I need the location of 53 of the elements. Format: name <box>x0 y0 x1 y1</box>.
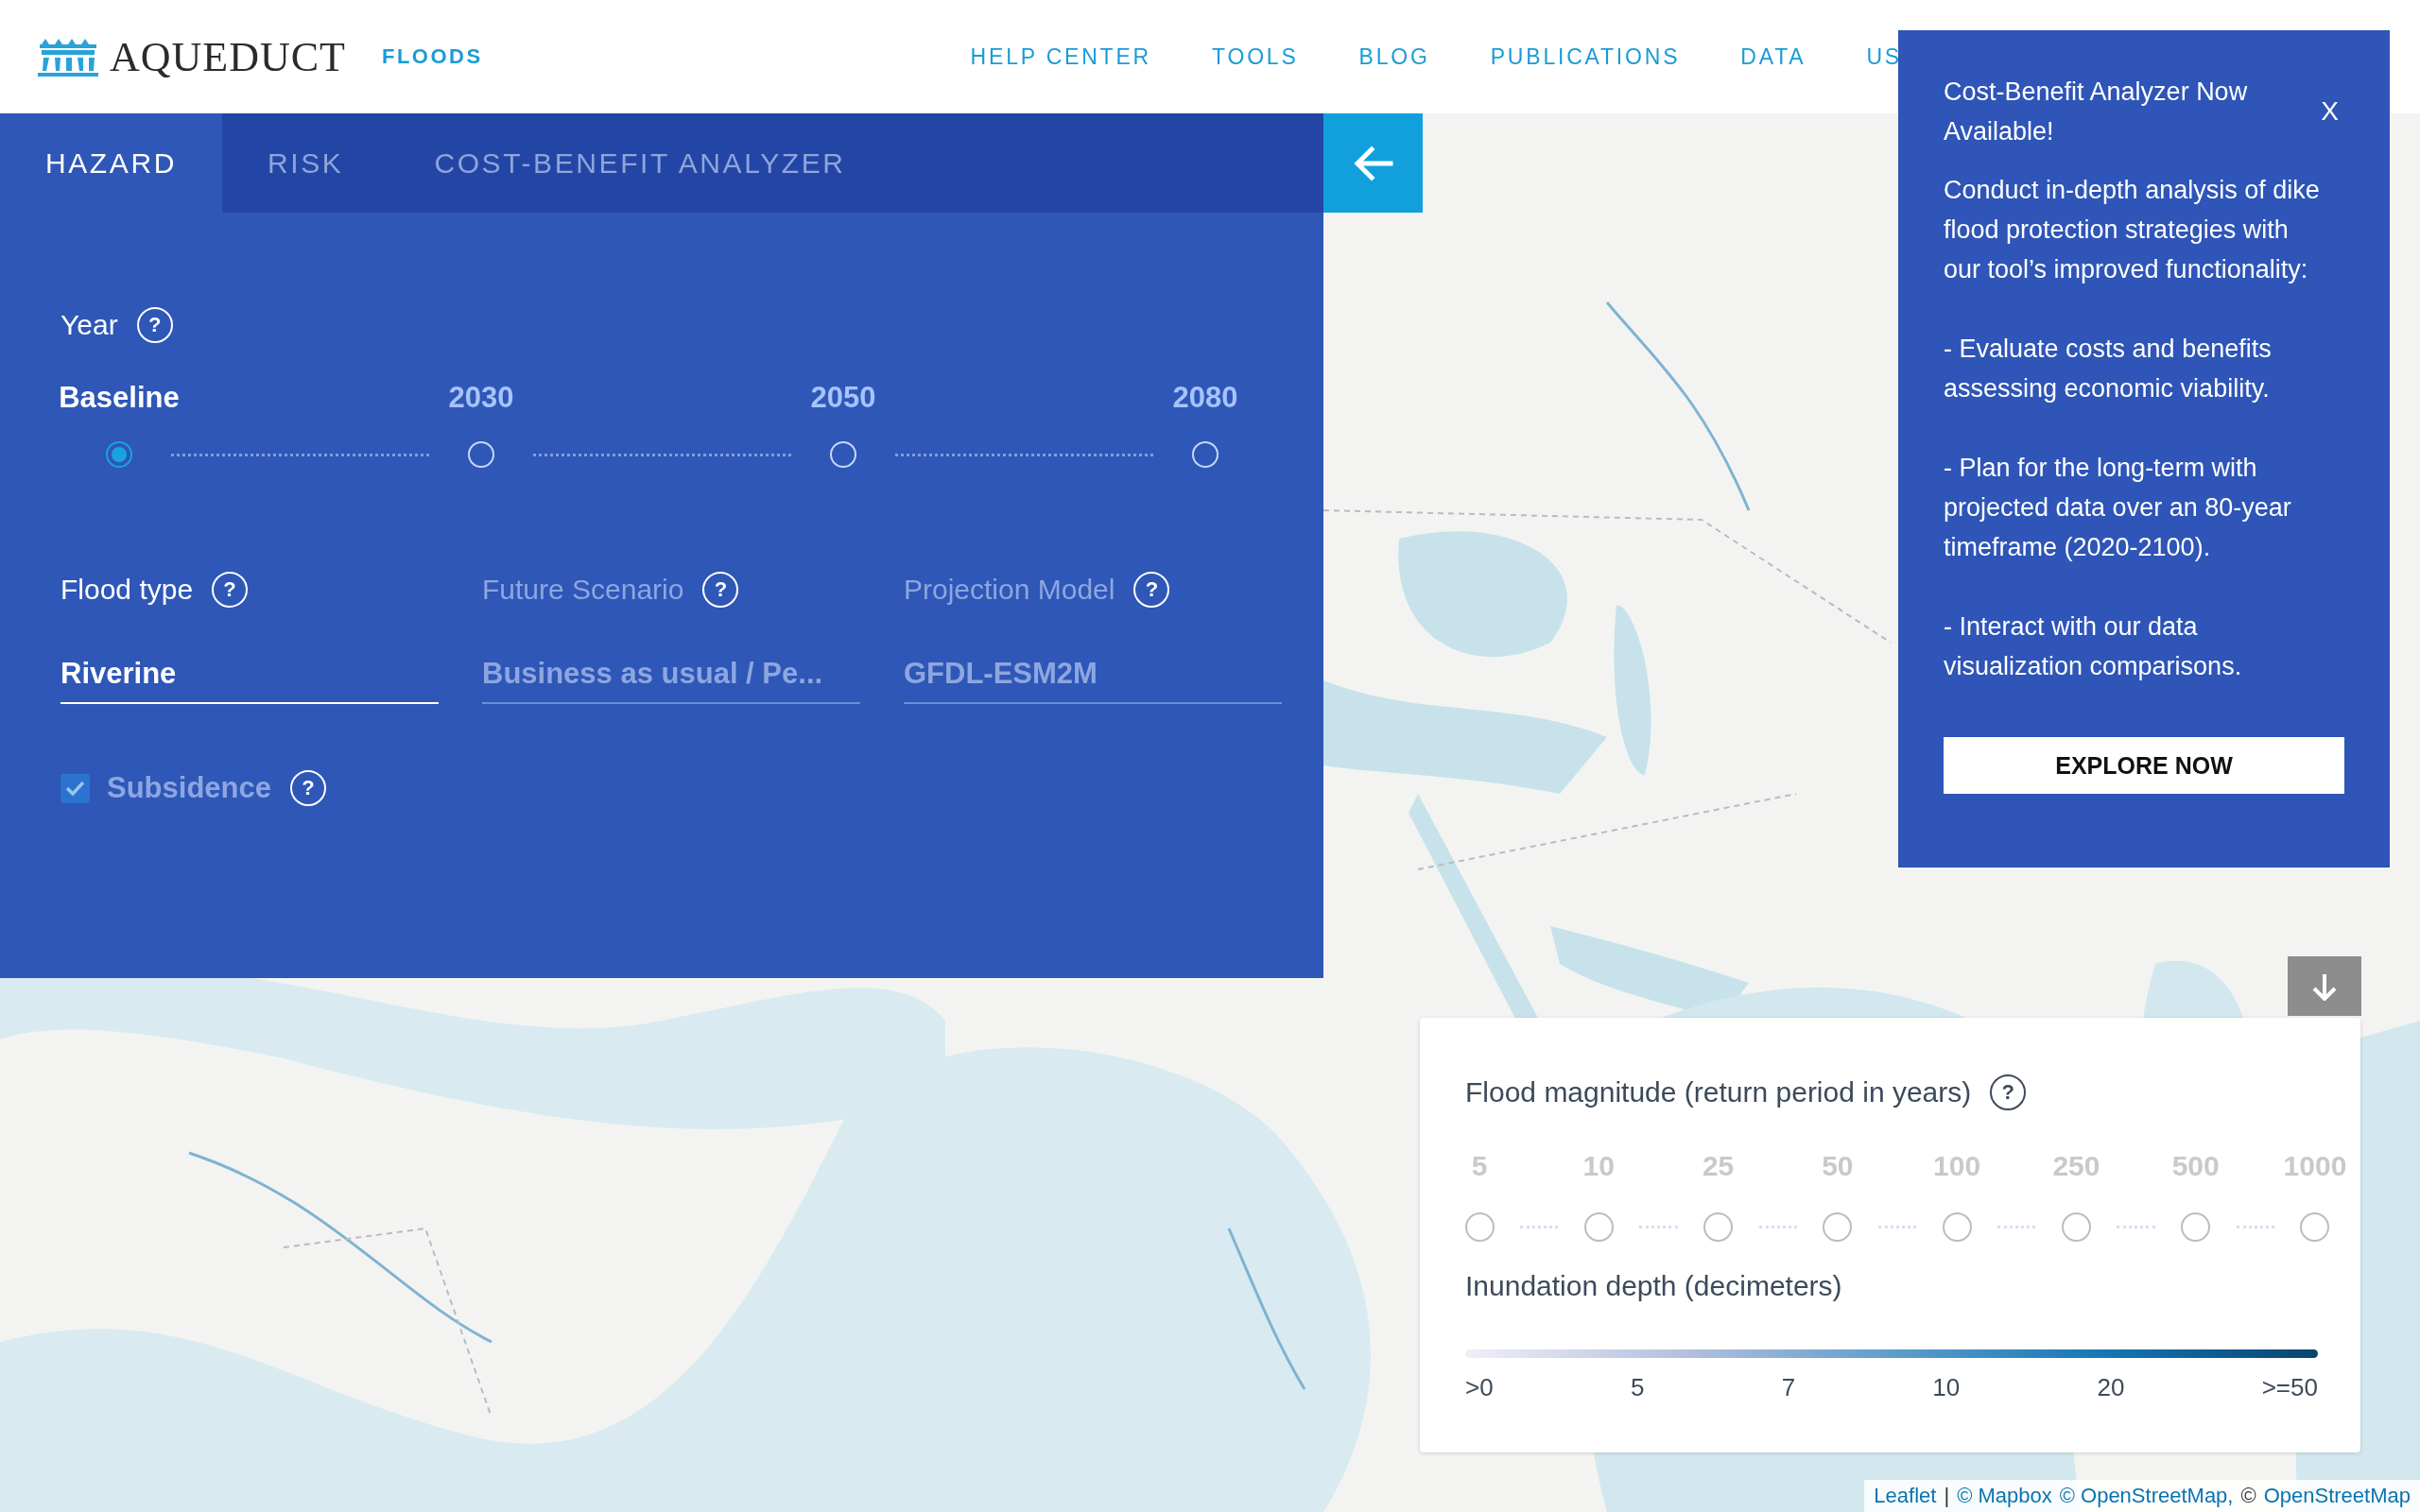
radio-button[interactable] <box>1192 441 1219 468</box>
dropdown-field[interactable]: Riverine <box>60 657 439 704</box>
attribution-link[interactable]: OpenStreetMap <box>2263 1484 2411 1508</box>
scale-tick-label: 10 <box>1932 1373 1961 1402</box>
help-icon[interactable]: ? <box>212 572 249 608</box>
legend-title: Inundation depth (decimeters) <box>1465 1270 1842 1302</box>
popup-text: - Interact with our data visualization comparisons. <box>1944 611 2243 682</box>
download-button[interactable] <box>2288 956 2361 1016</box>
popup-title: Cost-Benefit Analyzer Now Available! <box>1944 77 2249 147</box>
checkmark-icon <box>64 779 86 798</box>
attribution-link[interactable]: © OpenStreetMap, <box>2059 1484 2234 1508</box>
tab[interactable]: COST-BENEFIT ANALYZER <box>389 113 891 213</box>
tab[interactable]: RISK <box>221 113 389 213</box>
field-label: Year <box>60 309 118 341</box>
year-label[interactable]: 2080 <box>1172 381 1238 415</box>
scale-tick-label: 5 <box>1630 1373 1645 1402</box>
nav-link[interactable]: TOOLS <box>1212 43 1299 70</box>
year-label[interactable]: 2050 <box>810 381 876 415</box>
field-label: Projection Model <box>904 574 1115 606</box>
scale-tick-label: 7 <box>1781 1373 1796 1402</box>
field-label: Flood type <box>60 574 194 606</box>
scale-tick-label: >=50 <box>2261 1373 2318 1402</box>
popup-text: - Evaluate costs and benefits assessing economic viability. <box>1944 334 2273 404</box>
field-label: Future Scenario <box>482 574 684 606</box>
attribution-text: | <box>1944 1484 1950 1508</box>
help-icon[interactable]: ? <box>136 307 173 343</box>
scale-tick-label: >0 <box>1465 1373 1494 1402</box>
nav-link[interactable]: PUBLICATIONS <box>1490 43 1681 70</box>
nav-link[interactable]: US <box>1866 43 1902 70</box>
scale-tick-label: 20 <box>2097 1373 2125 1402</box>
section-label: FLOODS <box>382 44 483 69</box>
radio-button[interactable] <box>468 441 494 468</box>
nav-link[interactable]: DATA <box>1740 43 1806 70</box>
attribution-link[interactable]: Leaflet <box>1874 1484 1937 1508</box>
popup-text: - Plan for the long-term with projected data over an 80-year timeframe (2020-2100). <box>1944 453 2292 563</box>
help-icon[interactable]: ? <box>1990 1074 2027 1110</box>
logo-text[interactable]: AQUEDUCT <box>110 32 346 81</box>
year-label[interactable]: 2030 <box>448 381 514 415</box>
back-button[interactable] <box>1323 113 1423 213</box>
explore-button[interactable]: EXPLORE NOW <box>1944 737 2344 794</box>
nav-link[interactable]: BLOG <box>1358 43 1430 70</box>
attribution-text: © <box>2240 1484 2256 1508</box>
tab[interactable]: HAZARD <box>0 113 222 213</box>
attribution-link[interactable]: © Mapbox <box>1957 1484 2052 1508</box>
legend-title: Flood magnitude (return period in years) <box>1465 1076 1972 1108</box>
radio-button[interactable] <box>106 441 132 468</box>
year-label[interactable]: Baseline <box>59 381 180 415</box>
close-button[interactable]: X <box>2315 96 2344 127</box>
popup-text: Conduct in-depth analysis of dike flood protection strategies with our tool’s improved functionality: <box>1944 175 2321 285</box>
nav-link[interactable]: HELP CENTER <box>970 43 1151 70</box>
arrow-down-icon <box>2311 971 2338 1001</box>
aqueduct-logo-icon[interactable] <box>38 37 98 77</box>
radio-button[interactable] <box>830 441 856 468</box>
